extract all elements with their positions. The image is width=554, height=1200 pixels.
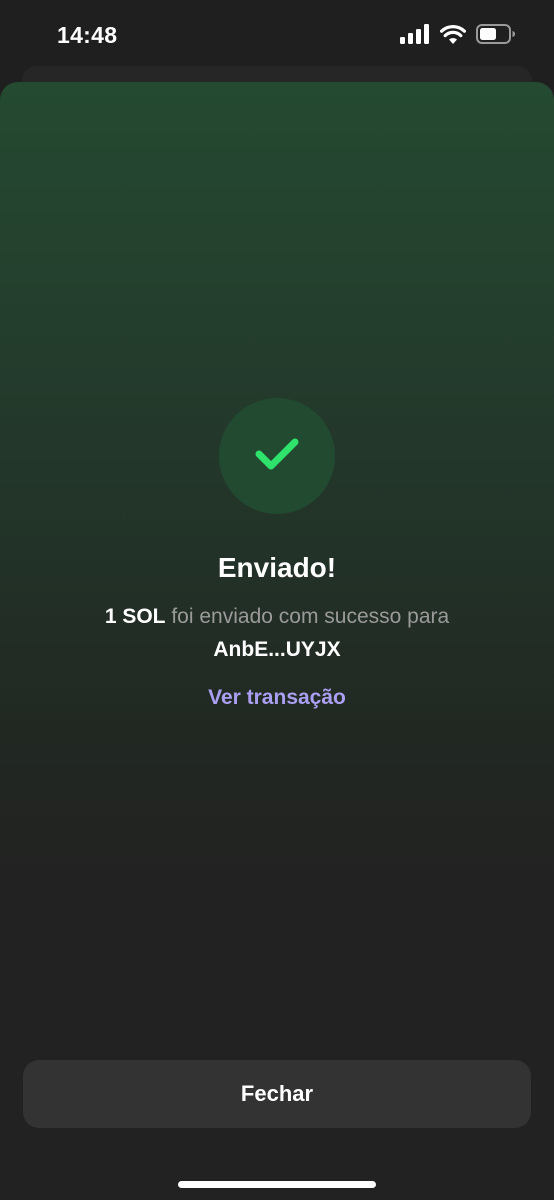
view-transaction-link[interactable]: Ver transação bbox=[0, 686, 554, 710]
recipient-address: AnbE...UYJX bbox=[213, 638, 341, 661]
success-modal: Enviado! 1 SOL foi enviado com sucesso p… bbox=[0, 82, 554, 1200]
success-message: 1 SOL foi enviado com sucesso para AnbE.… bbox=[40, 600, 514, 666]
checkmark-icon bbox=[253, 436, 301, 477]
message-text: foi enviado com sucesso para bbox=[165, 605, 450, 628]
status-time: 14:48 bbox=[57, 22, 118, 48]
success-badge bbox=[219, 398, 335, 514]
status-bar: 14:48 bbox=[0, 0, 554, 70]
close-button[interactable]: Fechar bbox=[23, 1060, 531, 1128]
modal-title: Enviado! bbox=[217, 552, 337, 583]
sent-amount: 1 SOL bbox=[104, 605, 166, 628]
status-icons bbox=[400, 24, 516, 49]
wifi-icon bbox=[440, 24, 466, 49]
home-indicator bbox=[178, 1181, 376, 1188]
battery-icon bbox=[476, 24, 516, 49]
cellular-signal-icon bbox=[400, 24, 430, 49]
